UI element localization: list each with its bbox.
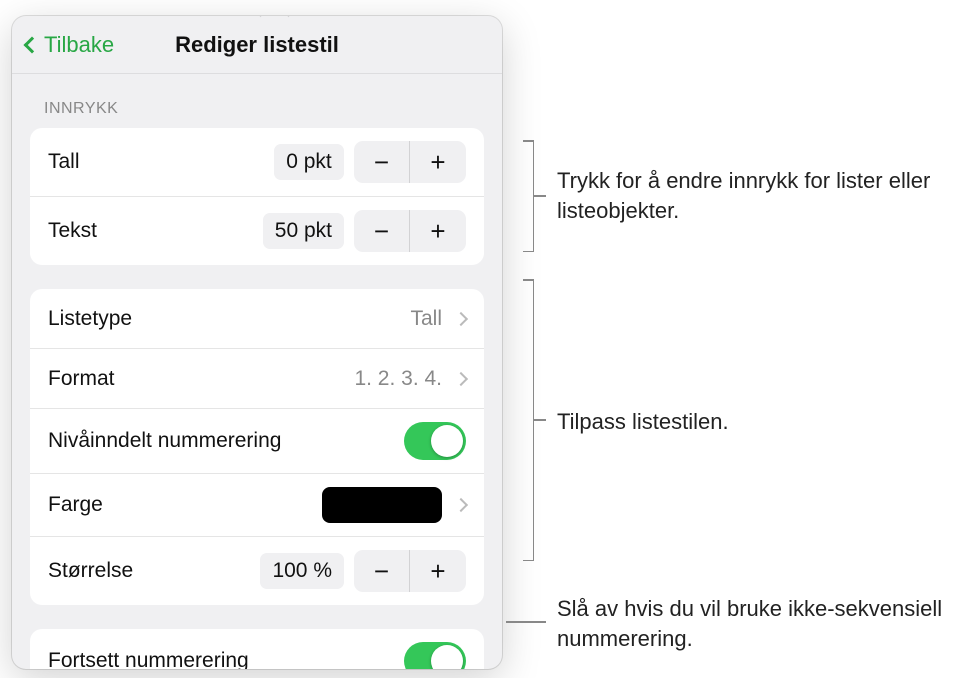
callout-tick <box>534 195 546 197</box>
size-stepper: − + <box>354 550 466 592</box>
chevron-right-icon <box>454 498 468 512</box>
callout-tick <box>534 419 546 421</box>
section-header-indent: Innrykk <box>12 74 502 128</box>
popover-title: Rediger listestil <box>175 32 339 58</box>
callout-leader <box>506 621 546 623</box>
popover-header: Tilbake Rediger listestil <box>12 16 502 74</box>
plus-button[interactable]: + <box>410 141 466 183</box>
callout-indent-help: Trykk for å endre innrykk for lister ell… <box>557 166 963 225</box>
row-text-indent: Tekst 50 pkt − + <box>30 197 484 265</box>
minus-button[interactable]: − <box>354 550 410 592</box>
row-number-indent: Tall 0 pkt − + <box>30 128 484 197</box>
size-value[interactable]: 100 % <box>260 553 344 589</box>
number-indent-stepper: − + <box>354 141 466 183</box>
row-format[interactable]: Format 1. 2. 3. 4. <box>30 349 484 409</box>
format-value: 1. 2. 3. 4. <box>354 367 442 391</box>
list-type-value: Tall <box>410 307 442 331</box>
minus-button[interactable]: − <box>354 210 410 252</box>
group-indent: Tall 0 pkt − + Tekst 50 pkt − + <box>30 128 484 265</box>
row-label: Listetype <box>48 307 410 331</box>
row-label: Størrelse <box>48 559 260 583</box>
back-label: Tilbake <box>44 32 114 58</box>
back-button[interactable]: Tilbake <box>26 32 114 58</box>
row-label: Format <box>48 367 354 391</box>
callout-bracket <box>524 140 534 252</box>
text-indent-stepper: − + <box>354 210 466 252</box>
row-color[interactable]: Farge <box>30 474 484 537</box>
minus-button[interactable]: − <box>354 141 410 183</box>
row-list-type[interactable]: Listetype Tall <box>30 289 484 349</box>
row-continue-numbering: Fortsett nummerering <box>30 629 484 669</box>
row-label: Fortsett nummerering <box>48 649 404 669</box>
text-indent-value[interactable]: 50 pkt <box>263 213 344 249</box>
callout-continue-help: Slå av hvis du vil bruke ikke-sekvensiel… <box>557 594 963 653</box>
edit-list-style-popover: Tilbake Rediger listestil Innrykk Tall 0… <box>12 16 502 669</box>
chevron-left-icon <box>24 36 41 53</box>
row-label: Tall <box>48 150 274 174</box>
number-indent-value[interactable]: 0 pkt <box>274 144 344 180</box>
row-size: Størrelse 100 % − + <box>30 537 484 605</box>
row-label: Tekst <box>48 219 263 243</box>
row-label: Nivåinndelt nummerering <box>48 429 404 453</box>
tiered-numbering-toggle[interactable] <box>404 422 466 460</box>
plus-button[interactable]: + <box>410 210 466 252</box>
callout-style-help: Tilpass listestilen. <box>557 407 729 437</box>
chevron-right-icon <box>454 311 468 325</box>
chevron-right-icon <box>454 371 468 385</box>
continue-numbering-toggle[interactable] <box>404 642 466 669</box>
row-label: Farge <box>48 493 322 517</box>
callout-bracket <box>524 279 534 561</box>
plus-button[interactable]: + <box>410 550 466 592</box>
group-style: Listetype Tall Format 1. 2. 3. 4. Nivåin… <box>30 289 484 605</box>
row-tiered-numbering: Nivåinndelt nummerering <box>30 409 484 474</box>
group-continue: Fortsett nummerering <box>30 629 484 669</box>
color-swatch <box>322 487 442 523</box>
